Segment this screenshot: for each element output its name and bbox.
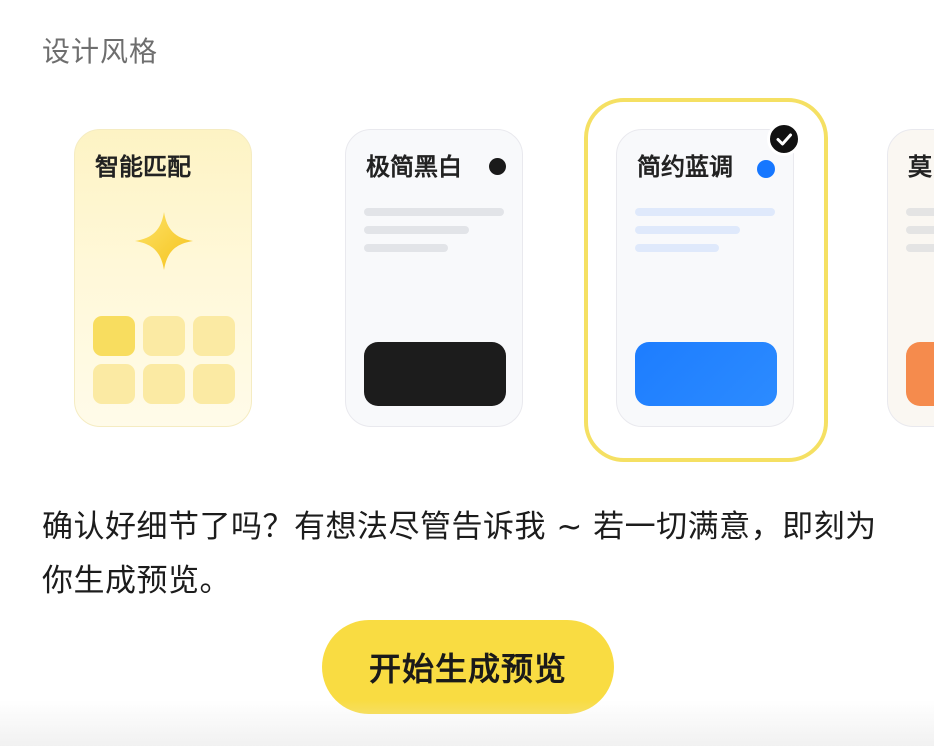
style-card-label: 智能匹配: [95, 153, 191, 181]
button-preview-block: [906, 342, 934, 406]
style-card-carousel[interactable]: 智能匹配 极简黑白 简约蓝调 莫: [0, 96, 934, 466]
text-line-placeholder: [906, 226, 934, 234]
style-card-label: 简约蓝调: [637, 153, 733, 181]
grid-cell: [93, 364, 135, 404]
text-line-placeholder: [906, 208, 934, 216]
style-card-minimal-bw[interactable]: 极简黑白: [345, 129, 523, 427]
color-grid-preview: [93, 316, 235, 404]
selected-check-icon: [767, 122, 801, 156]
style-card-simple-blue[interactable]: 简约蓝调: [616, 129, 794, 427]
grid-cell: [93, 316, 135, 356]
grid-cell: [193, 364, 235, 404]
section-title: 设计风格: [42, 35, 159, 68]
text-line-placeholder: [635, 208, 775, 216]
start-preview-button[interactable]: 开始生成预览: [322, 620, 614, 714]
grid-cell: [143, 316, 185, 356]
color-dot: [489, 158, 506, 175]
style-card-smart-match[interactable]: 智能匹配: [74, 129, 252, 427]
button-preview-block: [635, 342, 777, 406]
grid-cell: [143, 364, 185, 404]
button-preview-block: [364, 342, 506, 406]
assistant-message: 确认好细节了吗？有想法尽管告诉我 ~ 若一切满意，即刻为你生成预览。: [42, 509, 877, 599]
sparkle-icon: [135, 212, 193, 270]
grid-cell: [193, 316, 235, 356]
text-line-placeholder: [364, 244, 448, 252]
text-line-placeholder: [364, 226, 469, 234]
style-card-label: 莫: [908, 153, 932, 181]
style-card-warm[interactable]: 莫: [887, 129, 934, 427]
color-dot: [757, 160, 775, 178]
style-card-label: 极简黑白: [366, 153, 462, 181]
text-line-placeholder: [635, 244, 719, 252]
text-line-placeholder: [906, 244, 934, 252]
text-line-placeholder: [364, 208, 504, 216]
text-line-placeholder: [635, 226, 740, 234]
